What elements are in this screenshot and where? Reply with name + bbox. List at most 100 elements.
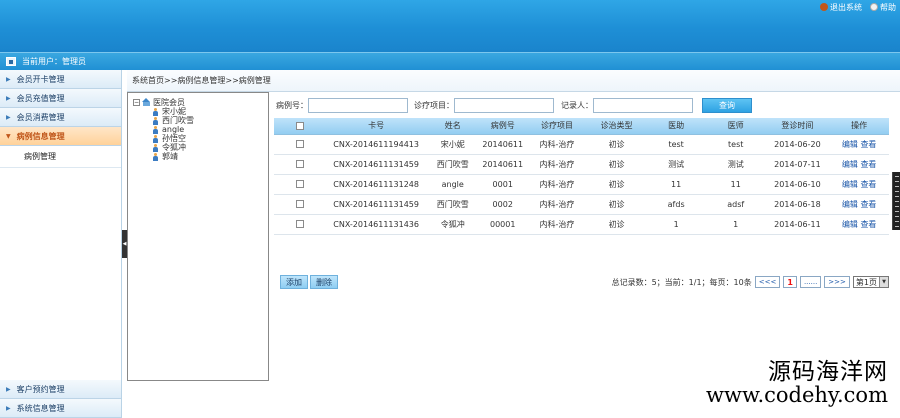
doctor-cell: 11 — [705, 174, 766, 195]
row-checkbox[interactable] — [295, 180, 304, 188]
page-select-value: 第1页 — [855, 277, 877, 287]
edit-link[interactable]: 编辑 — [842, 200, 858, 209]
name-cell: 令狐冲 — [427, 214, 479, 235]
treatment-input[interactable] — [454, 97, 554, 113]
card-cell: CNX-2014611194413 — [325, 134, 428, 155]
person-icon — [152, 152, 159, 161]
pagination: 总记录数：5；当前：1/1；每页：10条 <<< 1 ...... >>> 第1… — [612, 276, 889, 288]
sidebar-item-label: 病例信息管理 — [16, 131, 65, 141]
watermark-line2: www.codehy.com — [706, 382, 888, 407]
top-banner: 退出系统 帮助 — [0, 0, 900, 52]
help-link[interactable]: 帮助 — [870, 2, 896, 13]
help-icon — [870, 3, 878, 11]
sidebar-item-appointment[interactable]: ▶ 客户预约管理 — [0, 380, 121, 399]
chevron-right-icon: ▶ — [6, 385, 11, 393]
chevron-right-icon: ▶ — [6, 94, 11, 102]
row-select-cell — [274, 194, 326, 215]
next-page-button[interactable]: >>> — [824, 276, 850, 288]
item-cell: 内科-治疗 — [527, 134, 587, 155]
table-row: CNX-2014611131248 angle 0001 内科-治疗 初诊 11… — [274, 174, 889, 195]
add-button[interactable]: 添加 — [280, 275, 308, 289]
sidebar-subitem-label: 病例管理 — [24, 152, 56, 161]
date-cell: 2014-06-11 — [765, 214, 830, 235]
side-scroll-handle[interactable] — [892, 172, 900, 230]
sidebar-item-label: 系统信息管理 — [16, 403, 65, 413]
delete-button[interactable]: 删除 — [310, 275, 338, 289]
top-links: 退出系统 帮助 — [820, 1, 896, 13]
case-panel: 病例号： 诊疗项目： 记录人： 查询 卡号 姓名 病例号 诊疗项目 诊治类型 医… — [274, 92, 900, 381]
home-icon — [142, 98, 151, 106]
user-bar: 当前用户：管理员 — [0, 52, 900, 70]
exit-label: 退出系统 — [830, 2, 862, 12]
case-cell: 0001 — [478, 174, 528, 195]
row-checkbox[interactable] — [295, 160, 304, 168]
case-table: 卡号 姓名 病例号 诊疗项目 诊治类型 医助 医师 登诊时间 操作 CNX-20… — [274, 118, 889, 235]
sidebar-item-label: 会员充值管理 — [16, 93, 65, 103]
view-link[interactable]: 查看 — [860, 140, 876, 149]
exit-link[interactable]: 退出系统 — [820, 2, 862, 13]
chevron-down-icon: ▼ — [879, 277, 888, 287]
name-cell: 宋小妮 — [427, 134, 479, 155]
edit-link[interactable]: 编辑 — [842, 140, 858, 149]
help-label: 帮助 — [880, 2, 896, 12]
watermark: 源码海洋网 www.codehy.com — [706, 360, 888, 406]
edit-link[interactable]: 编辑 — [842, 160, 858, 169]
card-cell: CNX-2014611131248 — [325, 174, 428, 195]
tree-root[interactable]: − 医院会员 — [133, 97, 263, 107]
view-link[interactable]: 查看 — [860, 200, 876, 209]
row-checkbox[interactable] — [295, 140, 304, 148]
date-cell: 2014-06-10 — [765, 174, 830, 195]
edit-link[interactable]: 编辑 — [842, 180, 858, 189]
view-link[interactable]: 查看 — [860, 180, 876, 189]
more-pages-button[interactable]: ...... — [799, 276, 822, 288]
sidebar-item-recharge[interactable]: ▶ 会员充值管理 — [0, 89, 121, 108]
user-icon — [6, 57, 16, 66]
sidebar-item-label: 会员开卡管理 — [16, 74, 65, 84]
sidebar-item-system[interactable]: ▶ 系统信息管理 — [0, 399, 121, 418]
recorder-label: 记录人： — [561, 100, 593, 110]
select-all-checkbox[interactable] — [295, 121, 304, 130]
sidebar-item-card-open[interactable]: ▶ 会员开卡管理 — [0, 70, 121, 89]
exit-icon — [820, 3, 828, 11]
table-row: CNX-2014611131459 西门吹雪 20140611 内科-治疗 初诊… — [274, 154, 889, 175]
edit-link[interactable]: 编辑 — [842, 220, 858, 229]
recorder-input[interactable] — [593, 97, 693, 113]
breadcrumb-text: 系统首页>>病例信息管理>>病例管理 — [132, 76, 271, 85]
assistant-cell: 11 — [646, 174, 706, 195]
tree-node[interactable]: 西门吹雪 — [152, 116, 263, 125]
chevron-right-icon: ▶ — [6, 404, 11, 412]
current-page[interactable]: 1 — [783, 276, 797, 288]
person-icon — [152, 125, 159, 134]
sidebar-bottom: ▶ 客户预约管理 ▶ 系统信息管理 — [0, 380, 121, 418]
sidebar-item-consumption[interactable]: ▶ 会员消费管理 — [0, 108, 121, 127]
case-cell: 00001 — [478, 214, 528, 235]
collapse-toggle-icon[interactable]: − — [133, 98, 140, 106]
name-cell: 西门吹雪 — [427, 154, 479, 175]
view-link[interactable]: 查看 — [860, 220, 876, 229]
col-header: 诊疗项目 — [527, 118, 587, 135]
query-button[interactable]: 查询 — [702, 97, 752, 113]
select-all-header — [274, 118, 326, 135]
member-tree: − 医院会员 宋小妮 西门吹雪 angle 孙悟空 令狐冲 郭靖 — [127, 92, 269, 381]
row-checkbox[interactable] — [295, 220, 304, 228]
view-link[interactable]: 查看 — [860, 160, 876, 169]
prev-page-button[interactable]: <<< — [754, 276, 781, 288]
col-header: 卡号 — [325, 118, 428, 135]
tree-node-label: 郭靖 — [162, 152, 178, 161]
type-cell: 初诊 — [586, 174, 647, 195]
row-checkbox[interactable] — [295, 200, 304, 208]
item-cell: 内科-治疗 — [527, 194, 587, 215]
tree-node[interactable]: 郭靖 — [152, 152, 263, 161]
page-select[interactable]: 第1页 ▼ — [852, 276, 889, 288]
sidebar-item-case-info[interactable]: ▼ 病例信息管理 — [0, 127, 121, 146]
table-row: CNX-2014611131436 令狐冲 00001 内科-治疗 初诊 1 1… — [274, 214, 889, 235]
col-header: 操作 — [829, 118, 889, 135]
case-no-input[interactable] — [308, 97, 408, 113]
sidebar-subitem-case-manage[interactable]: 病例管理 — [0, 146, 121, 168]
col-header: 病例号 — [478, 118, 528, 135]
chevron-down-icon: ▼ — [6, 132, 11, 140]
actions-cell: 编辑 查看 — [829, 174, 889, 195]
card-cell: CNX-2014611131459 — [325, 194, 428, 215]
card-cell: CNX-2014611131459 — [325, 154, 428, 175]
case-cell: 20140611 — [478, 134, 528, 155]
